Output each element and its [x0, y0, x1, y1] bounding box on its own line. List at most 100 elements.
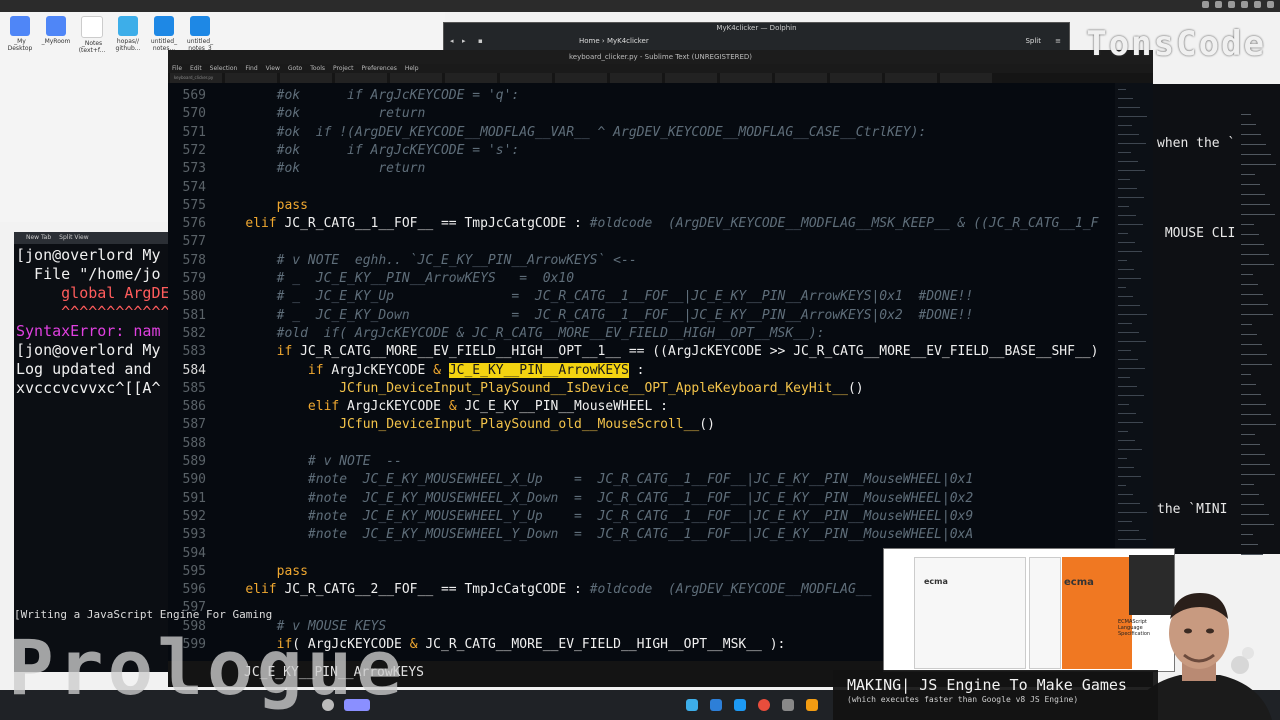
spec-page [1029, 557, 1061, 669]
sidebar-stroke [1241, 384, 1256, 385]
tab-new-tab[interactable]: New Tab [26, 232, 51, 244]
minimap-stroke [1118, 305, 1140, 306]
task-item[interactable] [686, 699, 698, 711]
code-text: #note JC_E_KY_MOUSEWHEEL_Y_Down = JC_R_C… [214, 526, 973, 544]
minimap-stroke [1118, 242, 1135, 243]
tab-split-view[interactable]: Split View [59, 232, 88, 244]
editor-tab[interactable] [665, 73, 717, 83]
desktop-icon[interactable]: hopas// github... [112, 16, 144, 52]
editor-tab[interactable] [885, 73, 937, 83]
line-number: 576 [182, 216, 206, 232]
terminal-line: the `MINI [1157, 502, 1236, 517]
line-number: 583 [182, 344, 206, 360]
tray-icon[interactable] [1254, 1, 1261, 8]
breadcrumb-item[interactable]: Home [579, 37, 600, 45]
code-token: elif [245, 216, 277, 232]
sidebar-stroke [1241, 134, 1261, 135]
terminal-line: when the ` [1157, 136, 1236, 151]
back-arrow-icon[interactable]: ◂ [450, 37, 454, 45]
editor-tab[interactable] [225, 73, 277, 83]
hamburger-menu-icon[interactable]: ≡ [1055, 37, 1061, 45]
line-number: 591 [182, 490, 206, 506]
menu-item[interactable]: Help [405, 64, 419, 73]
terminal-line: global ArgDE [16, 284, 168, 302]
desktop-icon[interactable]: _My Desktop [4, 16, 36, 52]
menu-item[interactable]: Preferences [362, 64, 397, 73]
folder-icon[interactable] [734, 699, 746, 711]
code-token: JCfun_DeviceInput_PlaySound__IsDevice__O… [339, 380, 848, 396]
editor-tab[interactable] [500, 73, 552, 83]
task-item[interactable] [782, 699, 794, 711]
menu-item[interactable]: Project [333, 64, 354, 73]
editor-tab[interactable] [555, 73, 607, 83]
desktop-icon[interactable]: _MyRoom [40, 16, 72, 45]
editor-tab[interactable] [445, 73, 497, 83]
desktop-icon[interactable]: _Notes (text+f... [76, 16, 108, 54]
desktop-icon[interactable]: untitled_ notes... [148, 16, 180, 52]
editor-tab[interactable]: keyboard_clicker.py [170, 73, 222, 83]
tray-icon[interactable] [1267, 1, 1274, 8]
code-token: if [307, 362, 324, 378]
tray-icon[interactable] [1215, 1, 1222, 8]
sidebar-stroke [1241, 154, 1271, 155]
menu-item[interactable]: View [266, 64, 280, 73]
menu-item[interactable]: Goto [288, 64, 302, 73]
desktop-icon[interactable]: untitled_ notes_3 [184, 16, 216, 52]
breadcrumb[interactable]: Home › MyK4clicker [579, 37, 649, 45]
editor-tab[interactable] [720, 73, 772, 83]
line-number: 570 [182, 106, 206, 122]
code-text: #note JC_E_KY_MOUSEWHEEL_X_Down = JC_R_C… [214, 490, 973, 508]
right-terminal[interactable]: when the ` MOUSE CLI the `MINI [1153, 84, 1280, 555]
menu-item[interactable]: File [172, 64, 182, 73]
tray-icon[interactable] [1228, 1, 1235, 8]
sidebar-stroke [1241, 494, 1259, 495]
menu-item[interactable]: Tools [310, 64, 325, 73]
code-token: #ok return [214, 161, 426, 177]
editor-tab[interactable] [390, 73, 442, 83]
chapter-title: Prologue [8, 623, 407, 712]
tray-icon[interactable] [1241, 1, 1248, 8]
sidebar-stroke [1241, 224, 1254, 225]
minimap-stroke [1118, 359, 1138, 360]
breadcrumb-item[interactable]: MyK4clicker [607, 37, 649, 45]
code-token: # v NOTE -- [214, 454, 402, 469]
line-number: 582 [182, 325, 206, 341]
minimap-stroke [1118, 395, 1144, 396]
view-mode-icon[interactable]: ▪ [478, 37, 483, 45]
chrome-icon[interactable] [758, 699, 770, 711]
sidebar-stroke [1241, 164, 1276, 165]
system-tray[interactable] [1202, 1, 1274, 8]
sublime-taskbar-icon[interactable] [806, 699, 818, 711]
editor-tab[interactable] [775, 73, 827, 83]
terminal-line: MOUSE CLI [1157, 226, 1236, 241]
banner-subtitle: (which executes faster than Google v8 JS… [847, 695, 1079, 704]
editor-tab[interactable] [940, 73, 992, 83]
menu-item[interactable]: Find [245, 64, 257, 73]
video-title-banner: MAKING| JS Engine To Make Games (which e… [833, 670, 1158, 720]
left-terminal[interactable]: [jon@overlord My File "/home/jo global A… [14, 232, 168, 672]
editor-tab[interactable] [610, 73, 662, 83]
split-button[interactable]: Split [1025, 37, 1041, 45]
task-item[interactable] [710, 699, 722, 711]
menu-item[interactable]: Edit [190, 64, 202, 73]
file-icon [154, 16, 174, 36]
minimap-stroke [1118, 539, 1146, 540]
minimap-stroke [1118, 269, 1134, 270]
terminal-line: ^^^^^^^^^^^^ [16, 303, 168, 321]
line-number: 589 [182, 454, 206, 469]
editor-tab[interactable] [280, 73, 332, 83]
menu-item[interactable]: Selection [210, 64, 238, 73]
minimap-stroke [1118, 332, 1139, 333]
tray-icon[interactable] [1202, 1, 1209, 8]
editor-tab[interactable] [830, 73, 882, 83]
code-token: ArgJcKEYCODE [323, 362, 434, 378]
forward-arrow-icon[interactable]: ▸ [462, 37, 466, 45]
editor-tab[interactable] [335, 73, 387, 83]
code-token: #oldcode (ArgDEV_KEYCODE__MODFLAG__MSK_K… [589, 216, 1099, 232]
line-number: 578 [182, 252, 206, 268]
sidebar-stroke [1241, 324, 1252, 325]
